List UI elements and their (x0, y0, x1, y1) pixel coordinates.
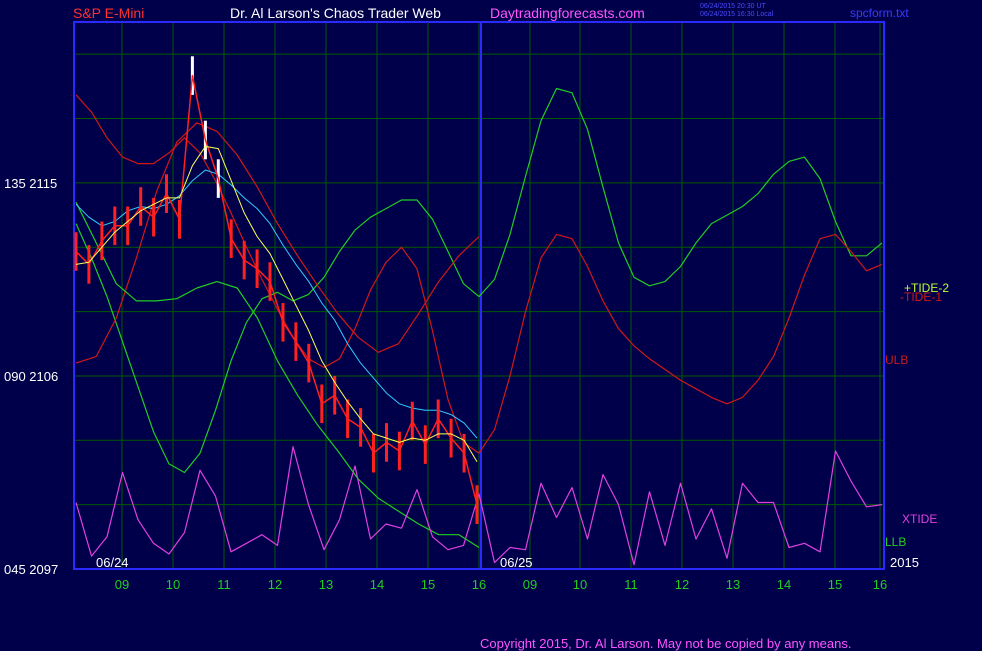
ulb-line (75, 122, 480, 364)
x-tick-label: 12 (268, 577, 282, 592)
x-tick-label: 13 (319, 577, 333, 592)
x-tick-label: 15 (828, 577, 842, 592)
y-tick-label: 045 2097 (4, 562, 58, 577)
x-tick-label: 14 (370, 577, 384, 592)
chart-canvas: 135 2115 090 2106 045 2097 09 10 11 12 13 14 15 16… (4, 21, 949, 592)
date-label-start: 06/24 (96, 555, 129, 570)
x-tick-label: 16 (873, 577, 887, 592)
series-label-tide1: -TIDE-1 (900, 290, 942, 304)
x-tick-label: 12 (675, 577, 689, 592)
x-tick-label: 11 (217, 577, 231, 592)
x-tick-label: 15 (421, 577, 435, 592)
x-tick-label: 16 (472, 577, 486, 592)
series-label-llb: LLB (885, 535, 906, 549)
x-tick-label: 14 (777, 577, 791, 592)
date-label-next: 06/25 (500, 555, 533, 570)
x-tick-label: 13 (726, 577, 740, 592)
x-tick-label: 09 (523, 577, 537, 592)
copyright-footer: Copyright 2015, Dr. Al Larson. May not b… (480, 636, 852, 651)
x-tick-label: 09 (115, 577, 129, 592)
x-tick-label: 11 (624, 577, 638, 592)
x-tick-label: 10 (573, 577, 587, 592)
y-tick-label: 135 2115 (4, 176, 57, 191)
y-tick-label: 090 2106 (4, 369, 58, 384)
x-tick-label: 10 (166, 577, 180, 592)
series-label-xtide: XTIDE (902, 512, 937, 526)
series-label-ulb: ULB (885, 353, 908, 367)
year-label: 2015 (890, 555, 919, 570)
